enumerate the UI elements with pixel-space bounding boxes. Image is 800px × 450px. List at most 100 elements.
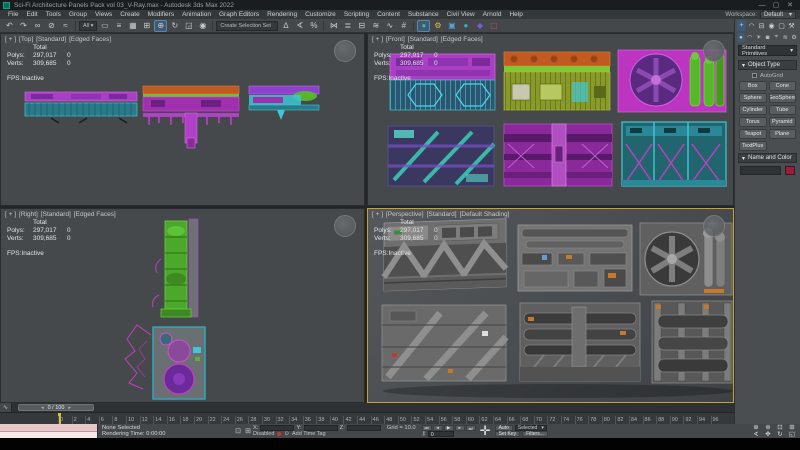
render-setup-icon[interactable]: ⚙ <box>431 20 444 32</box>
cat-cameras-icon[interactable]: ◙ <box>764 33 772 42</box>
selection-filter-dropdown[interactable]: All ▾ <box>79 21 97 31</box>
material-editor-icon[interactable]: ● <box>417 20 430 32</box>
select-and-scale-icon[interactable]: ◲ <box>182 20 195 32</box>
cylinder-button[interactable]: Cylinder <box>739 105 767 115</box>
key-mode-icon[interactable]: ⚷ <box>422 431 426 437</box>
textplus-button[interactable]: TextPlus <box>739 141 767 151</box>
zoom-icon[interactable]: ⊕ <box>750 424 762 431</box>
menu-animation[interactable]: Animation <box>178 11 215 18</box>
align-icon[interactable]: ≣ <box>341 20 354 32</box>
viewport-menu-general[interactable]: [ + ] <box>372 36 383 43</box>
layer-explorer-icon[interactable]: ≋ <box>369 20 382 32</box>
pyramid-button[interactable]: Pyramid <box>769 117 797 127</box>
plane-button[interactable]: Plane <box>769 129 797 139</box>
prev-frame-arrow-icon[interactable]: ◂ <box>41 405 44 411</box>
viewcube[interactable] <box>334 40 356 62</box>
orbit-icon[interactable]: ↻ <box>774 431 786 438</box>
rollout-object-type[interactable]: ▾ Object Type <box>738 60 797 70</box>
tab-create-icon[interactable]: + <box>737 20 746 31</box>
maximize-viewport-icon[interactable]: ◱ <box>786 431 798 438</box>
menu-substance[interactable]: Substance <box>404 11 443 18</box>
minimize-button[interactable]: — <box>755 2 769 9</box>
menu-group[interactable]: Group <box>65 11 91 18</box>
next-frame-arrow-icon[interactable]: ▸ <box>68 405 71 411</box>
primitive-category-dropdown[interactable]: Standard Primitives ▾ <box>738 45 797 56</box>
sphere-button[interactable]: Sphere <box>739 93 767 103</box>
menu-file[interactable]: File <box>4 11 22 18</box>
close-button[interactable]: ✕ <box>783 1 797 9</box>
pan-icon[interactable]: ✥ <box>762 431 774 438</box>
viewport-top[interactable]: [ + ] [Top] [Standard] [Edged Faces] Tot… <box>0 33 365 206</box>
fov-icon[interactable]: ∢ <box>750 431 762 438</box>
menu-views[interactable]: Views <box>91 11 116 18</box>
select-and-rotate-icon[interactable]: ↻ <box>168 20 181 32</box>
viewport-menu-general[interactable]: [ + ] <box>5 36 16 43</box>
unlink-selection-icon[interactable]: ⊘ <box>45 20 58 32</box>
named-selection-set-dropdown[interactable]: Create Selection Set <box>216 21 278 31</box>
rectangular-selection-region-icon[interactable]: ▦ <box>126 20 139 32</box>
viewcube[interactable] <box>334 215 356 237</box>
viewport-menu-style[interactable]: [Standard] <box>408 36 438 43</box>
cat-systems-icon[interactable]: ⚙ <box>790 33 798 42</box>
cone-button[interactable]: Cone <box>769 81 797 91</box>
menu-help[interactable]: Help <box>505 11 526 18</box>
viewport-front[interactable]: [ + ] [Front] [Standard] [Edged Faces] T… <box>367 33 734 206</box>
current-frame-field[interactable]: 0 <box>428 431 454 437</box>
set-key-button[interactable]: Set Key <box>495 431 521 437</box>
render-production-icon[interactable]: ● <box>459 20 472 32</box>
rendered-frame-icon[interactable]: ▣ <box>445 20 458 32</box>
viewport-menu-general[interactable]: [ + ] <box>372 211 383 218</box>
menu-rendering[interactable]: Rendering <box>263 11 301 18</box>
cat-lights-icon[interactable]: ☀ <box>755 33 763 42</box>
vray-toolbar-icon[interactable]: ▢ <box>487 20 500 32</box>
rollout-name-color[interactable]: ▾ Name and Color <box>738 153 797 163</box>
viewport-perspective[interactable]: [ + ] [Perspective] [Standard] [Default … <box>367 208 734 403</box>
menu-create[interactable]: Create <box>116 11 144 18</box>
time-slider-handle[interactable]: ◂ 0 / 100 ▸ <box>18 404 94 411</box>
viewport-menu-shading[interactable]: [Edged Faces] <box>441 36 483 43</box>
tab-display-icon[interactable]: ▢ <box>777 20 786 31</box>
tube-button[interactable]: Tube <box>769 105 797 115</box>
menu-customize[interactable]: Customize <box>301 11 340 18</box>
viewport-right[interactable]: [ + ] [Right] [Standard] [Edged Faces] T… <box>0 208 365 403</box>
percent-snap-icon[interactable]: % <box>307 20 320 32</box>
track-bar-ruler[interactable]: 0246810121416182022242628303234363840424… <box>0 412 734 424</box>
viewport-menu-pov[interactable]: [Top] <box>19 36 33 43</box>
mirror-icon[interactable]: ⋈ <box>327 20 340 32</box>
viewport-menu-style[interactable]: [Standard] <box>427 211 457 218</box>
tab-hierarchy-icon[interactable]: ⊟ <box>757 20 766 31</box>
listener-macro-line[interactable] <box>0 424 97 432</box>
menu-tools[interactable]: Tools <box>42 11 65 18</box>
viewport-menu-style[interactable]: [Standard] <box>36 36 66 43</box>
torus-button[interactable]: Torus <box>739 117 767 127</box>
key-filters-button[interactable]: Filters... <box>522 431 548 437</box>
menu-content[interactable]: Content <box>373 11 404 18</box>
viewport-menu-style[interactable]: [Standard] <box>41 211 71 218</box>
viewport-menu-shading[interactable]: [Default Shading] <box>460 211 510 218</box>
redo-icon[interactable]: ↷ <box>17 20 30 32</box>
maxscript-mini-listener[interactable] <box>0 424 98 438</box>
menu-civil-view[interactable]: Civil View <box>443 11 479 18</box>
zoom-extents-all-icon[interactable]: ⊞ <box>786 424 798 431</box>
select-and-move-icon[interactable]: ⊕ <box>154 20 167 32</box>
scene-explorer-icon[interactable]: ⊟ <box>355 20 368 32</box>
cat-geometry-icon[interactable]: ● <box>737 33 745 42</box>
select-and-place-icon[interactable]: ◉ <box>196 20 209 32</box>
select-by-name-icon[interactable]: ≡ <box>112 20 125 32</box>
angle-snap-icon[interactable]: ∢ <box>293 20 306 32</box>
menu-modifiers[interactable]: Modifiers <box>144 11 178 18</box>
tab-motion-icon[interactable]: ◉ <box>767 20 776 31</box>
snap-toggle-icon[interactable]: ∆ <box>279 20 292 32</box>
crosshair-plus-icon[interactable]: ✛ <box>480 423 491 439</box>
viewcube[interactable] <box>703 40 725 62</box>
autogrid-checkbox[interactable] <box>752 73 757 78</box>
viewport-menu-pov[interactable]: [Right] <box>19 211 38 218</box>
viewport-menu-shading[interactable]: [Edged Faces] <box>74 211 116 218</box>
box-button[interactable]: Box <box>739 81 767 91</box>
add-time-tag[interactable]: Add Time Tag <box>292 431 326 437</box>
zoom-all-icon[interactable]: ⊛ <box>762 424 774 431</box>
substance-icon[interactable]: ◆ <box>473 20 486 32</box>
isolate-selection-icon[interactable]: ⊡ <box>233 427 243 435</box>
undo-icon[interactable]: ↶ <box>3 20 16 32</box>
tab-utilities-icon[interactable]: ⚒ <box>787 20 796 31</box>
